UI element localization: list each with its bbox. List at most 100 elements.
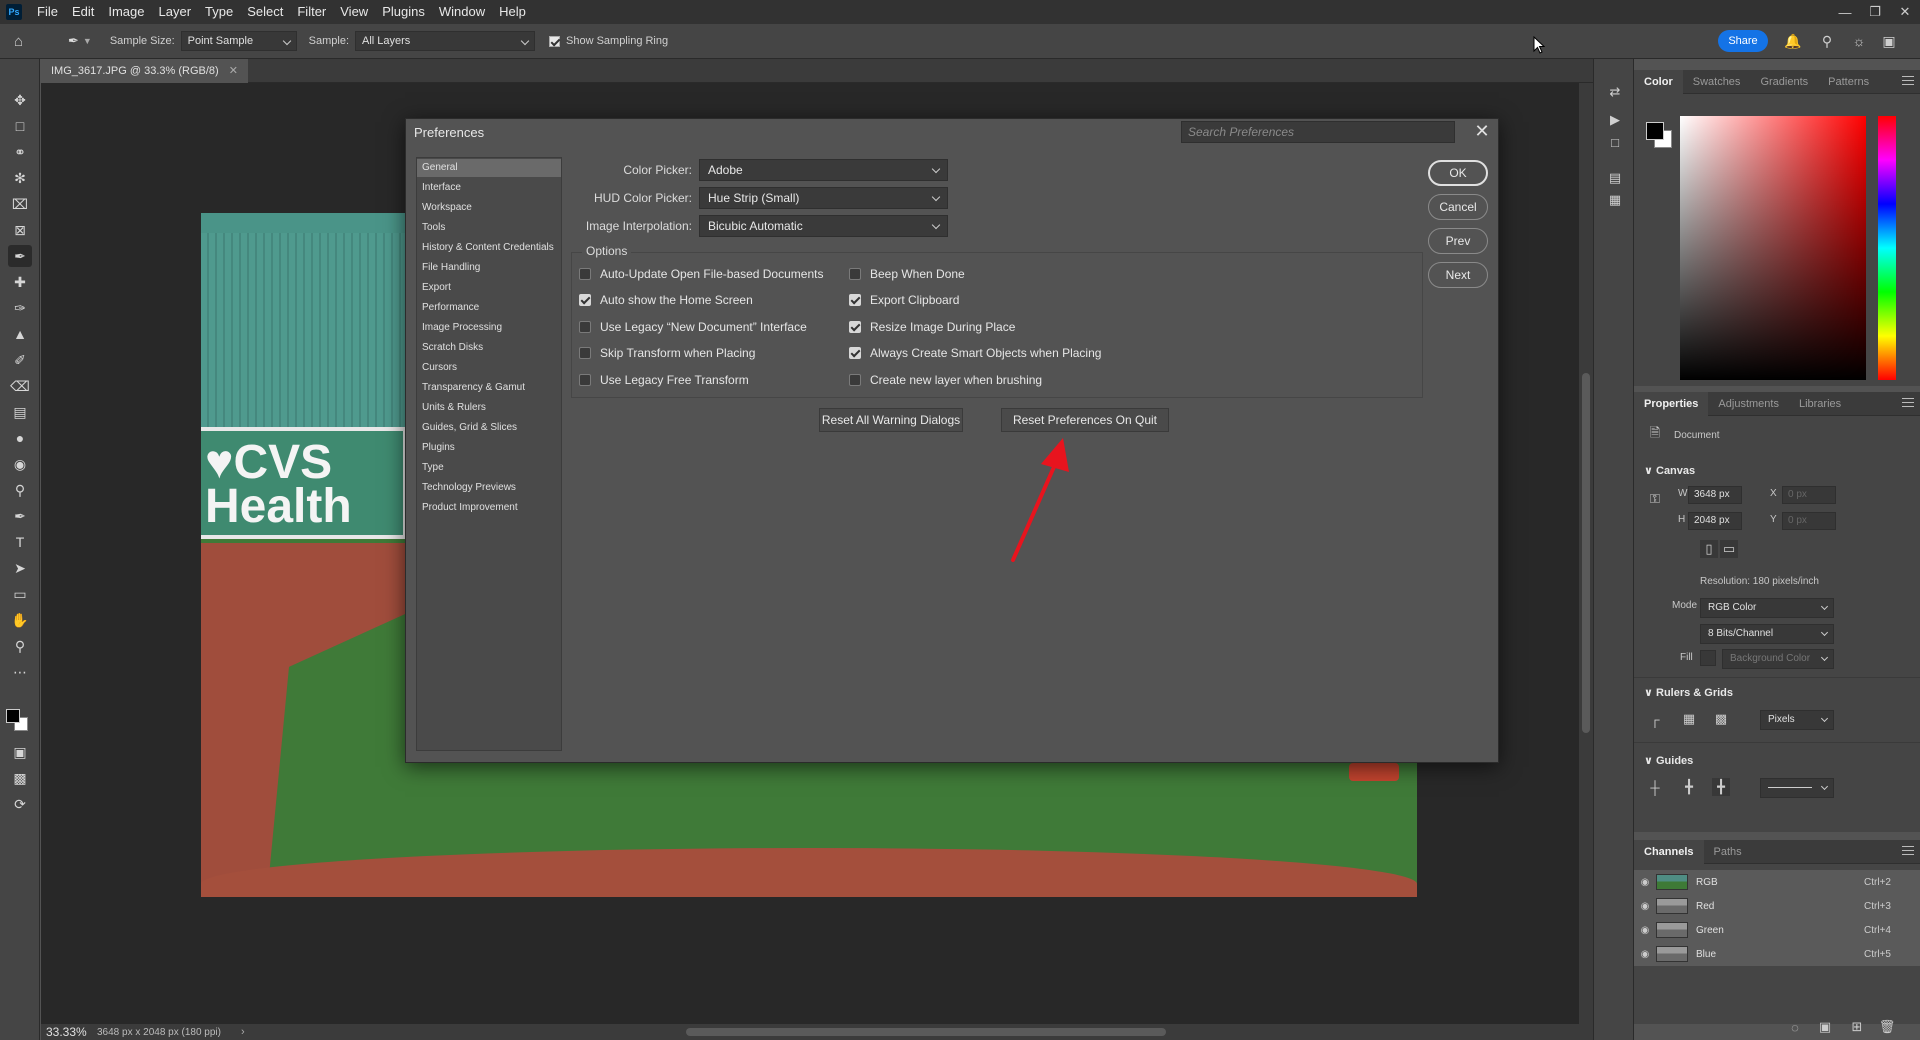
clone-stamp-tool-icon[interactable]: ▲ xyxy=(8,323,32,345)
panel-menu-icon[interactable] xyxy=(1902,398,1914,407)
panel-menu-icon[interactable] xyxy=(1902,76,1914,85)
checkbox[interactable] xyxy=(849,321,861,333)
menu-select[interactable]: Select xyxy=(240,0,290,24)
new-channel-icon[interactable]: ⊞ xyxy=(1848,1018,1866,1036)
lightbulb-icon[interactable]: ☼ xyxy=(1850,32,1868,50)
checkbox[interactable] xyxy=(849,268,861,280)
channel-row-rgb[interactable]: ◉ RGB Ctrl+2 xyxy=(1634,870,1920,894)
rulers-grids-section[interactable]: ∨ Rulers & Grids xyxy=(1644,686,1733,699)
portrait-orientation-icon[interactable]: ▯ xyxy=(1700,540,1718,558)
marquee-tool-icon[interactable]: □ xyxy=(8,115,32,137)
sidebar-item-transparency[interactable]: Transparency & Gamut xyxy=(417,379,561,397)
pen-tool-icon[interactable]: ✒ xyxy=(8,505,32,527)
search-icon[interactable]: ⚲ xyxy=(1818,32,1836,50)
cancel-button[interactable]: Cancel xyxy=(1428,194,1488,220)
chevron-down-icon[interactable]: ▼ xyxy=(83,36,92,46)
screen-mode-icon[interactable]: ▩ xyxy=(8,767,32,789)
foreground-color-swatch[interactable] xyxy=(6,709,20,723)
checkbox[interactable] xyxy=(849,374,861,386)
mode-select[interactable]: RGB Color xyxy=(1700,598,1834,618)
type-tool-icon[interactable]: T xyxy=(8,531,32,553)
checkbox[interactable] xyxy=(849,294,861,306)
next-button[interactable]: Next xyxy=(1428,262,1488,288)
sidebar-item-plugins[interactable]: Plugins xyxy=(417,439,561,457)
close-icon[interactable]: ✕ xyxy=(1472,121,1492,141)
sidebar-item-technology-previews[interactable]: Technology Previews xyxy=(417,479,561,497)
restore-icon[interactable]: ❐ xyxy=(1860,0,1890,24)
sidebar-item-general[interactable]: General xyxy=(417,159,561,177)
eye-icon[interactable]: ◉ xyxy=(1634,877,1656,888)
history-brush-tool-icon[interactable]: ✐ xyxy=(8,349,32,371)
home-icon[interactable]: ⌂ xyxy=(14,33,44,50)
eyedropper-tool-icon[interactable]: ✒ xyxy=(8,245,32,267)
x-field[interactable]: 0 px xyxy=(1782,486,1836,504)
smart-guides-icon[interactable]: ╋ xyxy=(1712,778,1730,796)
path-selection-tool-icon[interactable]: ➤ xyxy=(8,557,32,579)
tab-swatches[interactable]: Swatches xyxy=(1683,70,1751,94)
menu-image[interactable]: Image xyxy=(101,0,151,24)
height-field[interactable]: 2048 px xyxy=(1688,512,1742,530)
sidebar-item-interface[interactable]: Interface xyxy=(417,179,561,197)
color-field[interactable] xyxy=(1680,116,1866,380)
rectangle-tool-icon[interactable]: ▭ xyxy=(8,583,32,605)
menu-layer[interactable]: Layer xyxy=(152,0,199,24)
link-icon[interactable]: ⚿ xyxy=(1646,490,1664,508)
sidebar-item-units-rulers[interactable]: Units & Rulers xyxy=(417,399,561,417)
tab-channels[interactable]: Channels xyxy=(1634,839,1704,864)
actions-play-icon[interactable]: ▶ xyxy=(1606,111,1624,129)
foreground-color-chip[interactable] xyxy=(1646,122,1664,140)
fill-select[interactable]: Background Color xyxy=(1722,649,1834,669)
eraser-tool-icon[interactable]: ⌫ xyxy=(8,375,32,397)
dodge-tool-icon[interactable]: ◉ xyxy=(8,453,32,475)
quick-selection-tool-icon[interactable]: ✻ xyxy=(8,167,32,189)
guides-icon[interactable]: ┼ xyxy=(1646,778,1664,796)
quick-mask-icon[interactable]: ▣ xyxy=(8,741,32,763)
option-always-smart-objects[interactable]: Always Create Smart Objects when Placing xyxy=(849,346,1101,360)
comments-icon[interactable]: □ xyxy=(1606,133,1624,151)
status-chevron-icon[interactable]: › xyxy=(241,1026,245,1038)
sidebar-item-export[interactable]: Export xyxy=(417,279,561,297)
eyedropper-preset-icon[interactable]: ✒ xyxy=(68,33,79,49)
workspace-icon[interactable]: ▣ xyxy=(1880,32,1898,50)
eye-icon[interactable]: ◉ xyxy=(1634,901,1656,912)
option-resize-image-place[interactable]: Resize Image During Place xyxy=(849,320,1015,334)
share-button[interactable]: Share xyxy=(1718,30,1768,52)
share-tool-icon[interactable]: ⟳ xyxy=(8,793,32,815)
menu-plugins[interactable]: Plugins xyxy=(375,0,432,24)
ok-button[interactable]: OK xyxy=(1428,160,1488,186)
sidebar-item-performance[interactable]: Performance xyxy=(417,299,561,317)
menu-filter[interactable]: Filter xyxy=(290,0,333,24)
save-selection-icon[interactable]: ▣ xyxy=(1816,1018,1834,1036)
option-legacy-new-document[interactable]: Use Legacy “New Document” Interface xyxy=(579,320,807,334)
sidebar-item-type[interactable]: Type xyxy=(417,459,561,477)
load-selection-icon[interactable]: ◌ xyxy=(1786,1018,1804,1036)
tab-gradients[interactable]: Gradients xyxy=(1750,70,1818,94)
option-beep-when-done[interactable]: Beep When Done xyxy=(849,267,965,281)
search-preferences-input[interactable]: Search Preferences xyxy=(1181,121,1455,143)
sidebar-item-guides-grid[interactable]: Guides, Grid & Slices xyxy=(417,419,561,437)
healing-brush-tool-icon[interactable]: ✚ xyxy=(8,271,32,293)
prev-button[interactable]: Prev xyxy=(1428,228,1488,254)
notes-icon[interactable]: ▦ xyxy=(1606,191,1624,209)
frame-tool-icon[interactable]: ⊠ xyxy=(8,219,32,241)
history-panel-icon[interactable]: ⇄ xyxy=(1606,83,1624,101)
bell-icon[interactable]: 🔔 xyxy=(1784,32,1802,50)
more-tools-icon[interactable]: ⋯ xyxy=(8,661,32,683)
checkbox[interactable] xyxy=(579,374,591,386)
sidebar-item-workspace[interactable]: Workspace xyxy=(417,199,561,217)
hand-tool-icon[interactable]: ✋ xyxy=(8,609,32,631)
hud-color-picker-select[interactable]: Hue Strip (Small) xyxy=(699,187,948,209)
vertical-scroll-thumb[interactable] xyxy=(1582,373,1590,733)
menu-file[interactable]: File xyxy=(30,0,65,24)
color-picker-select[interactable]: Adobe xyxy=(699,159,948,181)
sidebar-item-cursors[interactable]: Cursors xyxy=(417,359,561,377)
pixel-grid-icon[interactable]: ▩ xyxy=(1712,710,1730,728)
option-skip-transform[interactable]: Skip Transform when Placing xyxy=(579,346,755,360)
tab-color[interactable]: Color xyxy=(1634,69,1683,94)
sidebar-item-product-improvement[interactable]: Product Improvement xyxy=(417,499,561,517)
gradient-tool-icon[interactable]: ▤ xyxy=(8,401,32,423)
landscape-orientation-icon[interactable]: ▭ xyxy=(1720,540,1738,558)
checkbox[interactable] xyxy=(579,268,591,280)
show-sampling-ring-checkbox[interactable] xyxy=(549,35,560,47)
sample-select[interactable]: All Layers xyxy=(355,31,535,51)
